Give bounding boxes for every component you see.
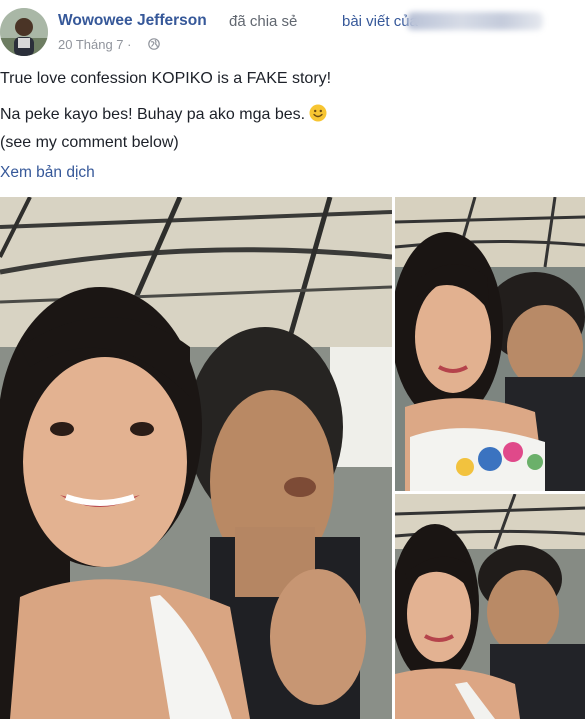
post-line-3: (see my comment below) bbox=[0, 134, 179, 152]
see-translation-link[interactable]: Xem bản dịch bbox=[0, 164, 95, 182]
avatar[interactable] bbox=[0, 8, 48, 56]
photo-main[interactable] bbox=[0, 197, 392, 719]
post-timestamp[interactable]: 20 Tháng 7 · bbox=[58, 37, 131, 52]
photo-bottom-right[interactable] bbox=[395, 494, 585, 719]
photo-grid bbox=[0, 197, 585, 719]
avatar-image bbox=[0, 8, 48, 56]
globe-icon[interactable] bbox=[148, 38, 160, 50]
photo-main-image bbox=[0, 197, 392, 719]
photo-bottom-right-image bbox=[395, 494, 585, 719]
post-text-line: True love confession KOPIKO is a FAKE st… bbox=[0, 70, 332, 87]
author-name-link[interactable]: Wowowee Jefferson bbox=[58, 12, 207, 30]
photo-top-right-image bbox=[395, 197, 585, 491]
post-line-1: True love confession KOPIKO is a FAKE st… bbox=[0, 70, 331, 88]
post-text-line: Na peke kayo bes! Buhay pa ako mga bes. bbox=[0, 106, 306, 123]
shared-text: đã chia sẻ bbox=[229, 13, 298, 30]
photo-top-right[interactable] bbox=[395, 197, 585, 491]
post-header: Wowowee Jefferson đã chia sẻ bài viết củ… bbox=[0, 0, 585, 60]
post-text-line: (see my comment below) bbox=[0, 134, 179, 151]
smiley-icon bbox=[309, 104, 327, 122]
post-line-2: Na peke kayo bes! Buhay pa ako mga bes. bbox=[0, 104, 327, 124]
blurred-original-author bbox=[407, 12, 543, 30]
